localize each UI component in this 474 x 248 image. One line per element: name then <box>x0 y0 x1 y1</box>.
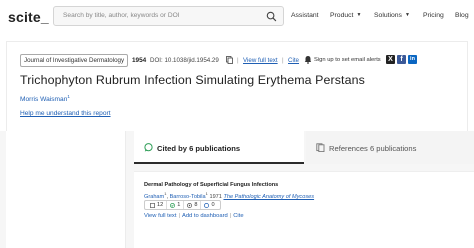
search-icon[interactable] <box>266 11 277 22</box>
linkedin-icon[interactable]: in <box>408 55 417 64</box>
contrasting-badge: 0 <box>201 201 217 209</box>
twitter-x-icon[interactable]: X <box>386 55 395 64</box>
separator: | <box>178 213 180 219</box>
citation-list-item: Dermal Pathology of Superficial Fungus I… <box>134 171 474 248</box>
chevron-down-icon: ▼ <box>404 12 410 18</box>
supporting-badge: 1 <box>167 201 185 209</box>
bell-icon[interactable] <box>304 55 312 64</box>
citations-section: Cited by 6 publications References 6 pub… <box>0 131 474 248</box>
nav-pricing[interactable]: Pricing <box>423 12 444 19</box>
total-citations-badge: 12 <box>147 201 168 209</box>
citation-stats-badges[interactable]: 12 1 8 0 <box>144 200 221 210</box>
cite-link[interactable]: Cite <box>288 57 299 64</box>
view-full-text-link[interactable]: View full text <box>243 57 278 64</box>
tab-references-label: References 6 publications <box>329 144 417 153</box>
author-separator: , <box>166 193 169 200</box>
facebook-icon[interactable]: f <box>397 55 406 64</box>
document-stack-icon <box>316 143 325 152</box>
citing-journal[interactable]: The Pathologic Anatomy of Mycoses <box>223 194 314 200</box>
chevron-down-icon: ▼ <box>356 12 362 18</box>
citation-tabs: Cited by 6 publications References 6 pub… <box>134 131 474 164</box>
author-affiliation-number: 1 <box>205 191 208 196</box>
search-input-placeholder[interactable]: Search by title, author, keywords or DOI <box>63 12 180 19</box>
citing-author-1[interactable]: Graham <box>144 194 164 200</box>
copy-icon[interactable] <box>226 56 233 64</box>
doi-text: DOI: 10.1038/jid.1954.29 <box>150 57 219 64</box>
search-box[interactable]: Search by title, author, keywords or DOI <box>53 6 284 26</box>
top-nav-bar: scite_ Search by title, author, keywords… <box>0 0 474 33</box>
nav-assistant[interactable]: Assistant <box>291 12 319 19</box>
tab-references[interactable]: References 6 publications <box>306 131 474 164</box>
tab-cited-by-label: Cited by 6 publications <box>157 144 241 153</box>
separator: | <box>237 57 239 64</box>
nav-product[interactable]: Product ▼ <box>330 12 361 19</box>
nav-blog[interactable]: Blog <box>455 12 469 19</box>
scite-logo[interactable]: scite_ <box>8 9 49 25</box>
question-circle-icon <box>204 202 210 208</box>
separator: | <box>282 57 284 64</box>
citation-actions: View full text | Add to dashboard | Cite <box>144 213 244 219</box>
mentioning-badge: 8 <box>184 201 202 209</box>
add-to-dashboard-link[interactable]: Add to dashboard <box>182 213 228 219</box>
cite-link[interactable]: Cite <box>233 213 243 219</box>
citing-paper-title[interactable]: Dermal Pathology of Superficial Fungus I… <box>144 182 278 188</box>
left-sidebar-panel <box>6 131 126 248</box>
view-full-text-link[interactable]: View full text <box>144 213 176 219</box>
author-affiliation-number: 1 <box>67 94 70 99</box>
citing-paper-meta: Graham1, Barroso-Tobila1 1971 The Pathol… <box>144 191 314 200</box>
supporting-count: 1 <box>177 202 181 208</box>
help-understand-link[interactable]: Help me understand this report <box>20 110 111 117</box>
speech-bubble-icon <box>144 143 153 152</box>
citing-author-2[interactable]: Barroso-Tobila <box>170 194 206 200</box>
separator: | <box>229 213 232 219</box>
journal-tag[interactable]: Journal of Investigative Dermatology <box>20 54 129 67</box>
contrasting-count: 0 <box>211 202 215 208</box>
author-link[interactable]: Morris Waisman1 <box>20 94 70 103</box>
nav-product-label: Product <box>330 12 354 19</box>
nav-solutions[interactable]: Solutions ▼ <box>374 12 410 19</box>
citing-year: 1971 <box>209 193 222 200</box>
tab-cited-by[interactable]: Cited by 6 publications <box>134 131 304 164</box>
publication-year: 1954 <box>132 57 147 64</box>
paper-title: Trichophyton Rubrum Infection Simulating… <box>20 73 365 87</box>
mention-circle-icon <box>187 202 193 208</box>
document-icon <box>150 202 155 208</box>
nav-solutions-label: Solutions <box>374 12 402 19</box>
mentioning-count: 8 <box>194 202 198 208</box>
total-citations-count: 12 <box>157 202 164 208</box>
email-alert-signup[interactable]: Sign up to set email alerts <box>314 57 381 63</box>
check-circle-icon <box>170 202 176 208</box>
paper-header-card: Journal of Investigative Dermatology 195… <box>6 41 468 131</box>
author-name[interactable]: Morris Waisman <box>20 96 67 103</box>
